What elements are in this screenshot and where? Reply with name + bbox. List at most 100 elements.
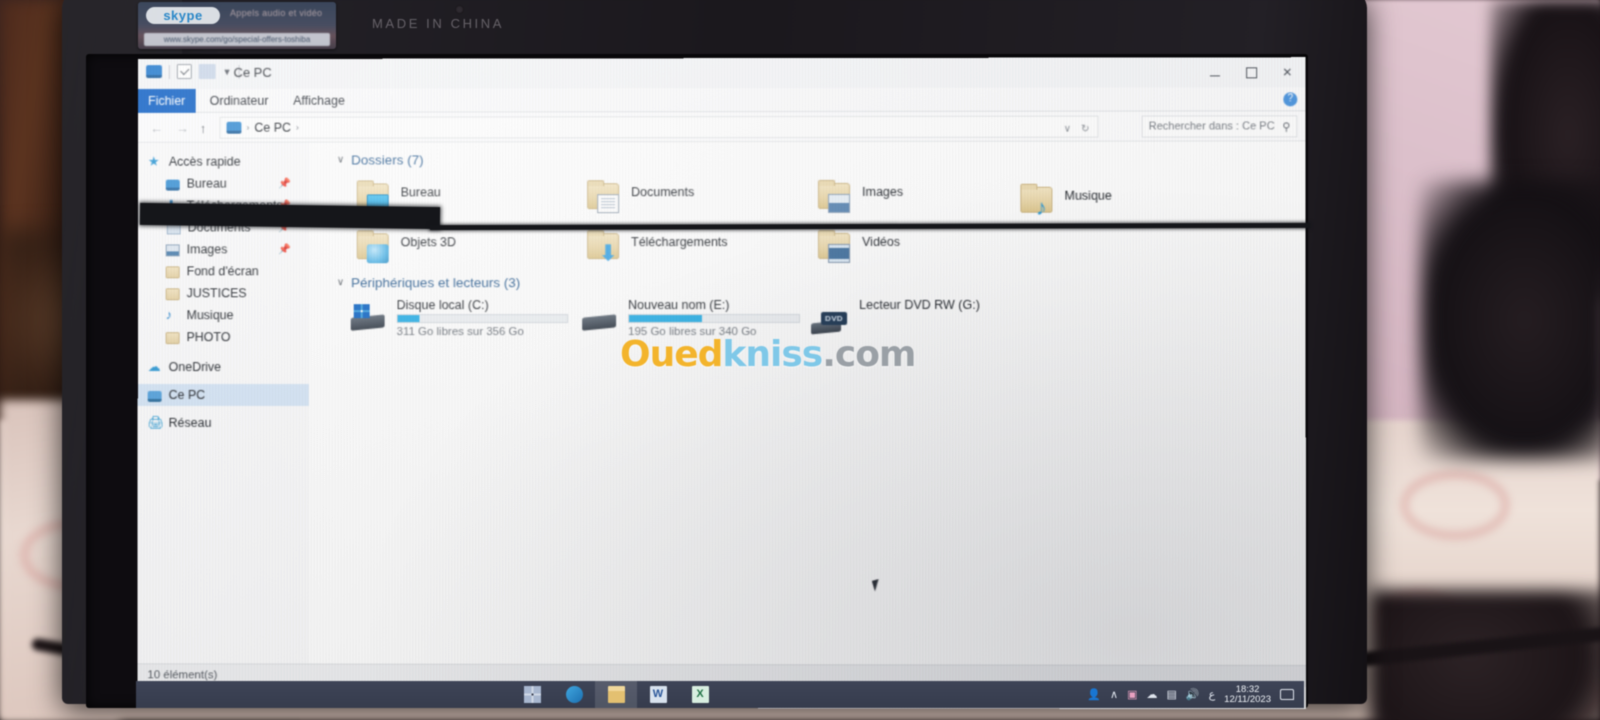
drive-capacity-bar [396, 314, 569, 324]
folder-tile[interactable]: ⬇ Téléchargements [585, 230, 795, 278]
show-hidden-icon[interactable]: ∧ [1110, 688, 1118, 701]
security-icon[interactable]: ▣ [1127, 688, 1137, 701]
minimize-button[interactable] [1197, 57, 1233, 87]
pc-icon [146, 65, 162, 79]
folder-music-icon: ♪ [1018, 184, 1056, 220]
drive-tile[interactable]: Disque local (C:) 311 Go libres sur 356 … [349, 298, 593, 342]
folder-icon [165, 265, 180, 278]
drive-tile[interactable]: Nouveau nom (E:) 195 Go libres sur 340 G… [580, 298, 825, 342]
chevron-down-icon[interactable]: ▼ [223, 66, 232, 76]
help-icon[interactable]: ? [1283, 92, 1298, 107]
photograph-of-laptop-screen: skype Appels audio et vidéo www.skype.co… [0, 0, 1600, 720]
language-icon[interactable]: ع [1209, 688, 1216, 701]
notification-icon[interactable] [1280, 689, 1294, 700]
word-button[interactable]: W [637, 681, 679, 708]
folder-label: Bureau [400, 185, 441, 200]
sidebar-item-acces-rapide[interactable]: ★ Accès rapide [138, 151, 309, 173]
hard-drive-windows-icon [349, 304, 389, 334]
pin-icon[interactable]: 📌 [279, 244, 291, 255]
chevron-right-icon: › [246, 122, 250, 133]
sidebar-item-fond-decran[interactable]: Fond d'écran [138, 260, 309, 282]
laptop-screen: ▼ Ce PC Fichier Ordinateur Affichage ? ←… [137, 57, 1307, 710]
pin-icon[interactable]: 📌 [279, 178, 291, 189]
ribbon-tabs: Fichier Ordinateur Affichage ? [138, 87, 1306, 113]
drive-tile[interactable]: DVD Lecteur DVD RW (G:) [811, 298, 1057, 342]
maximize-button[interactable] [1233, 57, 1269, 87]
drive-free-space: 195 Go libres sur 340 Go [628, 325, 757, 339]
chevron-down-icon[interactable]: ∨ [1064, 124, 1071, 135]
star-icon: ★ [147, 153, 160, 169]
taskbar-app-buttons[interactable]: W X [511, 681, 721, 708]
start-button[interactable] [511, 681, 553, 708]
sidebar-item-reseau[interactable]: 🖨 Réseau [138, 412, 309, 434]
chevron-down-icon[interactable]: ∨ [337, 277, 344, 288]
windows-icon [523, 686, 541, 703]
tab-fichier[interactable]: Fichier [138, 88, 196, 113]
excel-button[interactable]: X [679, 681, 721, 708]
sidebar-item-label: Réseau [168, 415, 212, 430]
group-header-dossiers[interactable]: ∨ Dossiers (7) [337, 152, 424, 167]
breadcrumb-item-cepc[interactable]: Ce PC [254, 121, 291, 135]
folder-downloads-icon: ⬇ [585, 230, 623, 265]
breadcrumb[interactable]: › Ce PC › ∨ ↻ [219, 115, 1099, 139]
back-button[interactable]: ← [150, 121, 163, 136]
folder-label: Objets 3D [400, 235, 457, 250]
windows-taskbar[interactable]: W X 👤 ∧ ▣ ☁ ▤ 🔊 ع 18:32 12/11/2023 [136, 681, 1304, 708]
hard-drive-icon [580, 304, 620, 334]
onedrive-icon[interactable]: ☁ [1146, 688, 1157, 701]
address-bar: ← → ↑ › Ce PC › ∨ ↻ Rechercher dans : Ce… [138, 111, 1306, 143]
made-in-china-label: MADE IN CHINA [372, 16, 505, 31]
refresh-icon[interactable]: ↻ [1081, 124, 1089, 135]
quick-access-toolbar[interactable]: ▼ [146, 64, 240, 80]
sidebar-item-musique[interactable]: ♪ Musique [138, 304, 309, 326]
folder-videos-icon [816, 230, 854, 264]
edge-icon [565, 686, 583, 703]
folder-tile[interactable]: Images [816, 180, 1026, 228]
sidebar-item-label: JUSTICES [186, 286, 247, 301]
battery-icon[interactable]: ▤ [1166, 688, 1176, 701]
search-input[interactable]: Rechercher dans : Ce PC ⚲ [1141, 115, 1298, 138]
skype-url: www.skype.com/go/special-offers-toshiba [144, 33, 330, 46]
address-bar-actions[interactable]: ∨ ↻ [1064, 124, 1090, 135]
new-folder-icon[interactable] [198, 64, 216, 79]
volume-icon[interactable]: 🔊 [1186, 688, 1200, 701]
people-icon[interactable]: 👤 [1087, 688, 1101, 701]
excel-icon: X [691, 686, 709, 703]
close-button[interactable] [1269, 57, 1305, 87]
tab-ordinateur[interactable]: Ordinateur [200, 89, 279, 113]
folder-label: Documents [631, 185, 695, 200]
mouse-cursor [871, 577, 886, 592]
sidebar-item-onedrive[interactable]: ☁ OneDrive [138, 356, 309, 378]
divider [168, 64, 170, 79]
folder-label: Images [862, 184, 904, 199]
chevron-down-icon[interactable]: ∨ [337, 155, 344, 166]
up-button[interactable]: ↑ [200, 121, 206, 136]
drive-name: Lecteur DVD RW (G:) [859, 297, 980, 312]
file-explorer-button[interactable] [595, 681, 637, 708]
forward-button[interactable]: → [176, 121, 189, 136]
window-controls[interactable] [1197, 57, 1306, 87]
sidebar-item-photo[interactable]: PHOTO [138, 326, 309, 348]
browser-button[interactable] [553, 681, 595, 708]
folder-icon [165, 331, 180, 344]
system-tray[interactable]: 👤 ∧ ▣ ☁ ▤ 🔊 ع 18:32 12/11/2023 [1087, 681, 1298, 708]
tab-affichage[interactable]: Affichage [283, 89, 355, 113]
clock[interactable]: 18:32 12/11/2023 [1224, 684, 1271, 705]
properties-icon[interactable] [176, 64, 192, 80]
sidebar-item-justices[interactable]: JUSTICES [138, 282, 309, 304]
picture-icon [165, 243, 180, 256]
dvd-drive-icon: DVD [811, 304, 851, 335]
folder-label: Téléchargements [631, 235, 728, 250]
search-icon[interactable]: ⚲ [1282, 120, 1290, 133]
sidebar-item-images[interactable]: Images 📌 [138, 238, 309, 260]
sidebar-item-ce-pc[interactable]: Ce PC [137, 383, 309, 406]
folder-tile[interactable]: Objets 3D [355, 230, 564, 278]
window-titlebar: ▼ Ce PC [138, 57, 1306, 90]
folder-tile[interactable]: Vidéos [816, 230, 1026, 278]
dark-object-right [1420, 180, 1600, 460]
chevron-right-icon[interactable]: › [296, 123, 299, 133]
folder-tile[interactable]: Documents [585, 180, 795, 228]
sidebar-item-bureau[interactable]: Bureau 📌 [138, 173, 309, 195]
bedsheet-pattern [1400, 470, 1510, 540]
group-header-peripheriques[interactable]: ∨ Périphériques et lecteurs (3) [337, 275, 520, 290]
